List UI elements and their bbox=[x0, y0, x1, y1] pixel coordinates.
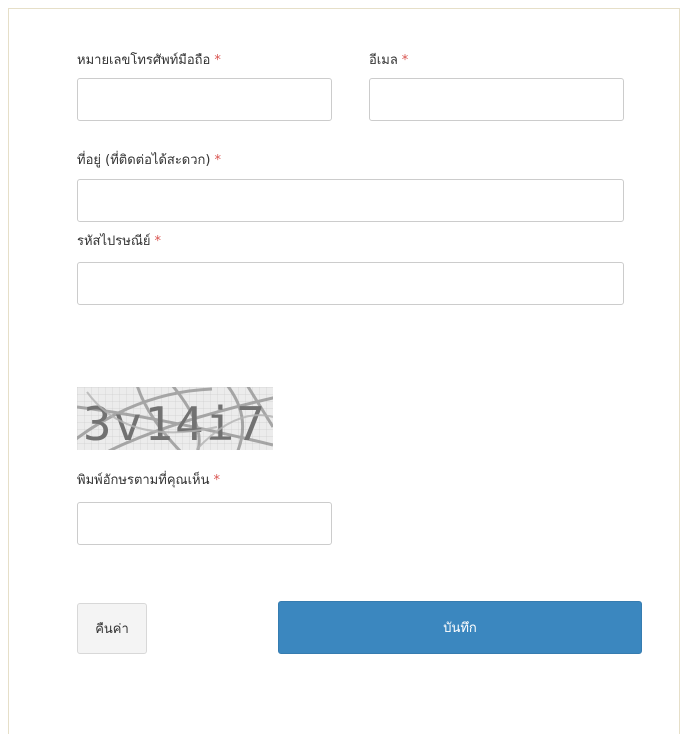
captcha-field[interactable] bbox=[77, 502, 332, 545]
required-mark: * bbox=[214, 53, 221, 68]
reset-button-label: คืนค่า bbox=[95, 622, 129, 637]
required-mark: * bbox=[154, 234, 162, 249]
save-button-label: บันทึก bbox=[443, 621, 477, 636]
phone-label-text: หมายเลขโทรศัพท์มือถือ bbox=[77, 53, 211, 68]
required-mark: * bbox=[213, 473, 220, 488]
address-label-text: ที่อยู่ (ที่ติดต่อได้สะดวก) bbox=[77, 153, 211, 168]
postal-code-field[interactable] bbox=[77, 262, 624, 305]
address-label: ที่อยู่ (ที่ติดต่อได้สะดวก) * bbox=[77, 153, 221, 169]
required-mark: * bbox=[401, 53, 409, 68]
email-label-text: อีเมล bbox=[369, 53, 398, 68]
postal-code-label-text: รหัสไปรษณีย์ bbox=[77, 234, 151, 249]
captcha-label: พิมพ์อักษรตามที่คุณเห็น * bbox=[77, 473, 220, 489]
phone-label: หมายเลขโทรศัพท์มือถือ * bbox=[77, 53, 221, 69]
required-mark: * bbox=[214, 153, 222, 168]
email-field[interactable] bbox=[369, 78, 624, 121]
phone-field[interactable] bbox=[77, 78, 332, 121]
save-button[interactable]: บันทึก bbox=[278, 601, 642, 654]
captcha-label-text: พิมพ์อักษรตามที่คุณเห็น bbox=[77, 473, 210, 488]
postal-code-label: รหัสไปรษณีย์ * bbox=[77, 234, 161, 250]
address-field[interactable] bbox=[77, 179, 624, 222]
captcha-text: 3v14i7 bbox=[83, 397, 267, 450]
email-label: อีเมล * bbox=[369, 53, 408, 69]
reset-button[interactable]: คืนค่า bbox=[77, 603, 147, 654]
captcha-image: 3v14i7 bbox=[77, 387, 273, 450]
